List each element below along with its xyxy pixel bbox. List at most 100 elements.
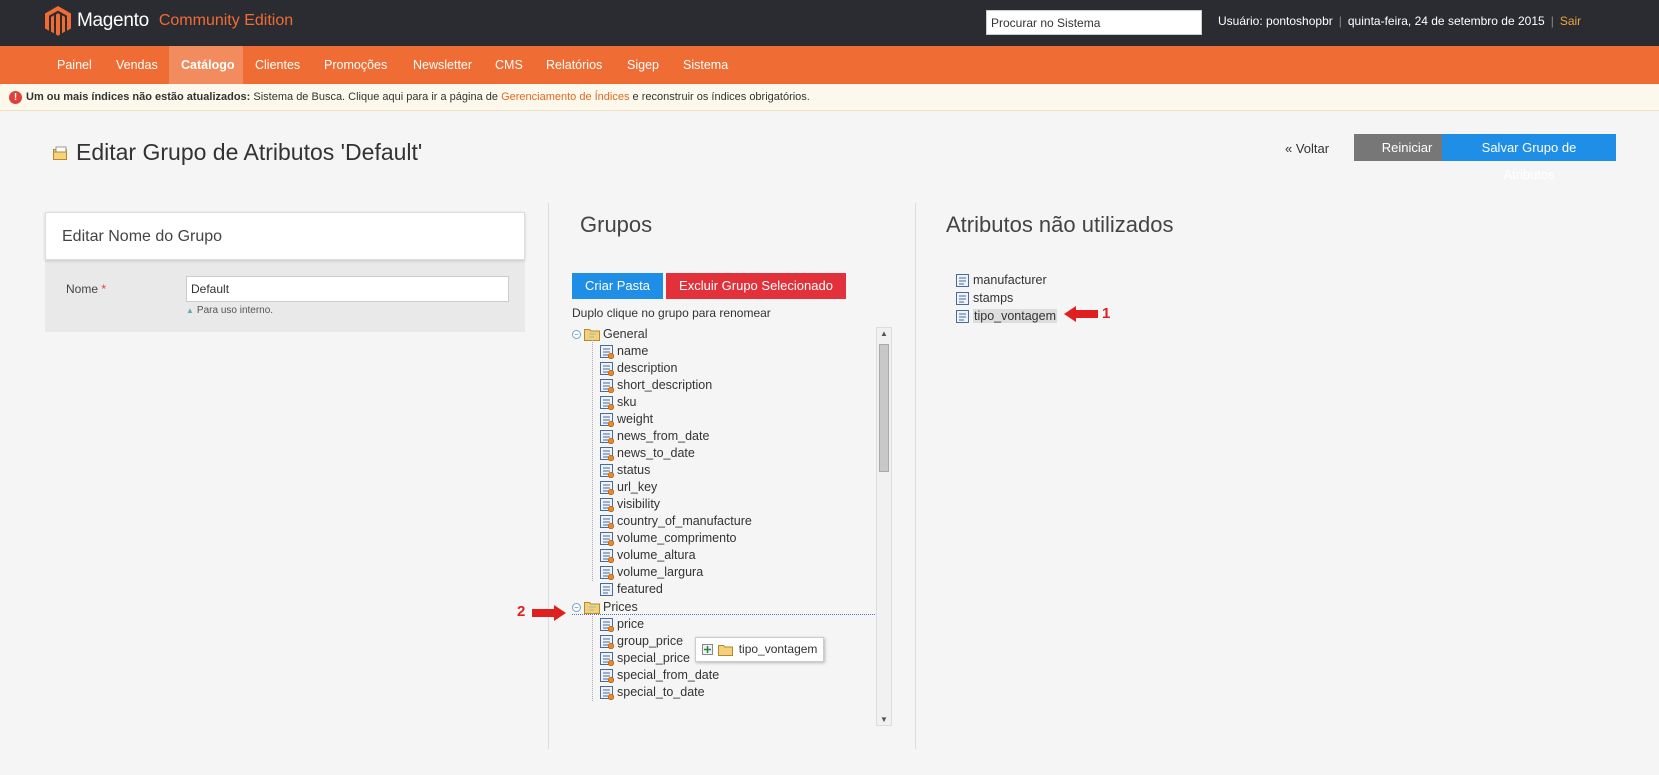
tree-attribute-label: special_price [617, 651, 690, 665]
save-group-button[interactable]: Salvar Grupo de Atributos [1442, 134, 1616, 182]
attribute-icon [600, 497, 614, 512]
tree-attribute-label: name [617, 344, 649, 358]
drag-ghost-label: tipo_vontagem [738, 642, 818, 656]
logout-link[interactable]: Sair [1560, 14, 1581, 28]
tree-attribute-label: news_from_date [617, 429, 710, 443]
attribute-icon [600, 463, 614, 478]
tree-attribute[interactable]: name [600, 343, 648, 360]
tree-attribute-label: special_from_date [617, 668, 720, 682]
tree-attribute-label: volume_comprimento [617, 531, 737, 545]
tree-attribute[interactable]: news_to_date [600, 445, 695, 462]
attribute-icon [600, 651, 614, 666]
attribute-icon [600, 565, 614, 580]
tree-attribute[interactable]: sku [600, 394, 636, 411]
tree-connector [592, 340, 593, 581]
folder-edit-icon [53, 146, 67, 160]
separator: | [1550, 14, 1554, 28]
group-name-input[interactable] [186, 276, 509, 302]
attribute-icon [956, 309, 969, 323]
scroll-thumb[interactable] [879, 344, 889, 472]
attribute-icon [600, 395, 614, 410]
tree-attribute[interactable]: short_description [600, 377, 712, 394]
tree-attribute-label: special_to_date [617, 685, 705, 699]
attribute-icon [600, 429, 614, 444]
tree-attribute[interactable]: description [600, 360, 677, 377]
notice-bold: Um ou mais índices não estão atualizados… [26, 91, 251, 103]
tree-attribute[interactable]: group_price [600, 633, 683, 650]
unused-attribute[interactable]: stamps [956, 290, 1013, 307]
tree-attribute[interactable]: special_price [600, 650, 690, 667]
unused-attribute-label: stamps [973, 291, 1014, 305]
delete-group-button[interactable]: Excluir Grupo Selecionado [666, 273, 846, 299]
collapse-toggle-icon[interactable]: − [572, 603, 581, 613]
collapse-toggle-icon[interactable]: − [572, 330, 581, 340]
tree-attribute-label: weight [617, 412, 654, 426]
index-management-link[interactable]: Gerenciamento de Índices [501, 91, 629, 103]
nav-item-clientes[interactable]: Clientes [243, 46, 312, 84]
scroll-down-icon[interactable]: ▼ [880, 715, 888, 724]
nav-item-catalogo[interactable]: Catálogo [169, 46, 243, 84]
edit-group-name-heading: Editar Nome do Grupo [45, 212, 525, 260]
tree-attribute-label: url_key [617, 480, 658, 494]
tree-attribute[interactable]: featured [600, 581, 663, 598]
tree-attribute[interactable]: special_from_date [600, 667, 719, 684]
tree-attribute[interactable]: visibility [600, 496, 660, 513]
folder-icon [718, 644, 734, 656]
column-divider [548, 203, 549, 749]
tree-attribute-label: news_to_date [617, 446, 695, 460]
scroll-up-icon[interactable]: ▲ [880, 329, 888, 338]
edition-name: Community Edition [158, 12, 294, 29]
tree-attribute[interactable]: status [600, 462, 650, 479]
tree-attribute[interactable]: country_of_manufacture [600, 513, 752, 530]
nav-item-newsletter[interactable]: Newsletter [401, 46, 484, 84]
tree-folder-label: General [603, 327, 648, 341]
unused-attribute[interactable]: tipo_vontagem [956, 308, 1058, 325]
attribute-icon [600, 480, 614, 495]
nav-item-relatorios[interactable]: Relatórios [534, 46, 614, 84]
user-name: Usuário: pontoshopbr [1218, 14, 1333, 28]
drag-add-icon [702, 644, 713, 656]
tree-folder[interactable]: − General [572, 326, 647, 343]
brand-name: Magento [77, 10, 149, 31]
tree-attribute-label: visibility [617, 497, 661, 511]
tree-attribute[interactable]: volume_altura [600, 547, 696, 564]
tree-attribute[interactable]: news_from_date [600, 428, 709, 445]
drop-indicator-line [572, 614, 877, 615]
drag-ghost: tipo_vontagem [695, 637, 825, 662]
nav-item-painel[interactable]: Painel [45, 46, 104, 84]
nav-item-promocoes[interactable]: Promoções [312, 46, 399, 84]
notice-text-end: e reconstruir os índices obrigatórios. [629, 91, 810, 103]
field-note-text: Para uso interno. [196, 305, 274, 316]
global-search-input[interactable] [986, 10, 1202, 35]
tree-attribute[interactable]: volume_largura [600, 564, 703, 581]
tree-attribute[interactable]: special_to_date [600, 684, 705, 701]
index-notice: ! Um ou mais índices não estão atualizad… [0, 84, 1659, 111]
note-triangle-icon: ▲ [186, 306, 194, 315]
tree-attribute-label: volume_largura [617, 565, 704, 579]
main-nav: Painel Vendas Catálogo Clientes Promoçõe… [0, 46, 1659, 84]
attribute-icon [600, 582, 613, 596]
attribute-icon [600, 634, 614, 649]
nav-item-vendas[interactable]: Vendas [104, 46, 170, 84]
attribute-icon [956, 291, 969, 305]
warning-icon: ! [9, 91, 22, 104]
attribute-icon [600, 361, 614, 376]
unused-attribute[interactable]: manufacturer [956, 272, 1047, 289]
tree-attribute[interactable]: url_key [600, 479, 657, 496]
nav-item-cms[interactable]: CMS [483, 46, 535, 84]
create-folder-button[interactable]: Criar Pasta [572, 273, 663, 299]
name-field-label: Nome * [66, 282, 106, 296]
tree-connector [592, 613, 593, 701]
tree-scrollbar[interactable]: ▲ ▼ [876, 327, 892, 726]
tree-attribute[interactable]: volume_comprimento [600, 530, 737, 547]
tree-attribute[interactable]: price [600, 616, 644, 633]
attribute-icon [600, 412, 614, 427]
back-link[interactable]: « Voltar [1285, 141, 1329, 156]
user-bar: Usuário: pontoshopbr | quinta-feira, 24 de… [1218, 14, 1581, 28]
magento-logo[interactable]: Magento Community Edition [45, 6, 293, 36]
attribute-icon [956, 273, 969, 287]
tree-attribute[interactable]: weight [600, 411, 653, 428]
nav-item-sistema[interactable]: Sistema [671, 46, 740, 84]
name-label-text: Nome [66, 282, 99, 296]
nav-item-sigep[interactable]: Sigep [615, 46, 671, 84]
